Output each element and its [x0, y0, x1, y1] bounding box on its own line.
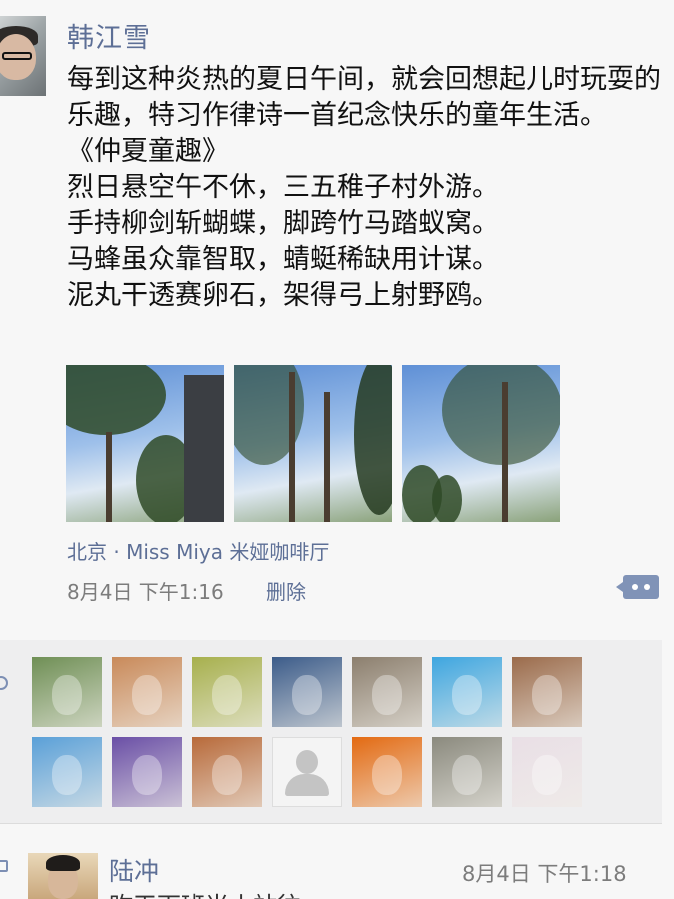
- sunflower-cat-photo[interactable]: [192, 657, 262, 727]
- man-portrait-photo[interactable]: [512, 657, 582, 727]
- photo-subject-shape: [132, 675, 162, 715]
- photo-subject-shape: [292, 675, 322, 715]
- lake-tree-photo[interactable]: [32, 737, 102, 807]
- post-photo-1[interactable]: [66, 365, 224, 522]
- baby-face-photo[interactable]: [112, 657, 182, 727]
- autumn-forest-photo[interactable]: [192, 737, 262, 807]
- photo-subject-shape: [212, 675, 242, 715]
- default-user-icon[interactable]: [272, 737, 342, 807]
- building-shape: [184, 375, 224, 522]
- dot-shape: [644, 584, 650, 590]
- post-photo-3[interactable]: [402, 365, 560, 522]
- poem-title: 《仲夏童趣》: [67, 136, 229, 167]
- photo-subject-shape: [132, 755, 162, 795]
- cat-photo[interactable]: [352, 657, 422, 727]
- post-photo-2[interactable]: [234, 365, 392, 522]
- comment-text: 昨天下班当小站往: [109, 886, 301, 899]
- tree-crown: [432, 475, 462, 522]
- garden-girl-photo[interactable]: [32, 657, 102, 727]
- delete-button[interactable]: 删除: [266, 576, 306, 605]
- dot-shape: [632, 584, 638, 590]
- poem-line: 泥丸干透赛卵石，架得弓上射野鸥。: [67, 280, 499, 311]
- post-intro: 每到这种炎热的夏日午间，就会回想起儿时玩耍的乐趣，特习作律诗一首纪念快乐的童年生…: [67, 64, 661, 131]
- tree-crown: [66, 365, 166, 435]
- tree-trunk: [324, 392, 330, 522]
- cartoon-girl-photo[interactable]: [432, 657, 502, 727]
- photo-subject-shape: [52, 755, 82, 795]
- tree-trunk: [289, 372, 295, 522]
- post-text: 每到这种炎热的夏日午间，就会回想起儿时玩耍的乐趣，特习作律诗一首纪念快乐的童年生…: [67, 62, 672, 314]
- photo-subject-shape: [372, 755, 402, 795]
- user-body-shape: [285, 774, 329, 796]
- tree-trunk: [502, 382, 508, 522]
- photo-subject-shape: [52, 675, 82, 715]
- post-time: 8月4日 下午1:16: [67, 580, 224, 604]
- photo-subject-shape: [452, 675, 482, 715]
- water-reflection-photo[interactable]: [272, 657, 342, 727]
- commenter-avatar[interactable]: [28, 853, 98, 899]
- poem-line: 烈日悬空午不休，三五稚子村外游。: [67, 172, 499, 203]
- tree-crown: [442, 365, 560, 465]
- photo-subject-shape: [532, 755, 562, 795]
- orange-eye-photo[interactable]: [352, 737, 422, 807]
- photo-subject-shape: [452, 755, 482, 795]
- post-author-name[interactable]: 韩江雪: [67, 16, 151, 55]
- child-hood-photo[interactable]: [512, 737, 582, 807]
- post-location[interactable]: 北京 · Miss Miya 米娅咖啡厅: [67, 536, 329, 565]
- author-avatar[interactable]: [0, 16, 46, 96]
- tree-crown: [354, 365, 392, 515]
- carnival-photo[interactable]: [112, 737, 182, 807]
- tree-trunk: [106, 432, 112, 522]
- comment-more-icon[interactable]: [616, 575, 659, 599]
- stones-photo[interactable]: [432, 737, 502, 807]
- hair-shape: [46, 855, 80, 871]
- glasses-shape: [2, 52, 32, 60]
- poem-line: 手持柳剑斩蝴蝶，脚跨竹马踏蚁窝。: [67, 208, 499, 239]
- divider: [0, 823, 662, 824]
- comment-time: 8月4日 下午1:18: [462, 862, 627, 886]
- photo-subject-shape: [532, 675, 562, 715]
- comment-icon: [0, 860, 8, 872]
- user-head-shape: [296, 750, 318, 774]
- commenter-name[interactable]: 陆冲: [109, 852, 159, 888]
- photo-subject-shape: [372, 675, 402, 715]
- photo-subject-shape: [212, 755, 242, 795]
- poem-line: 马蜂虽众靠智取，蜻蜓稀缺用计谋。: [67, 244, 499, 275]
